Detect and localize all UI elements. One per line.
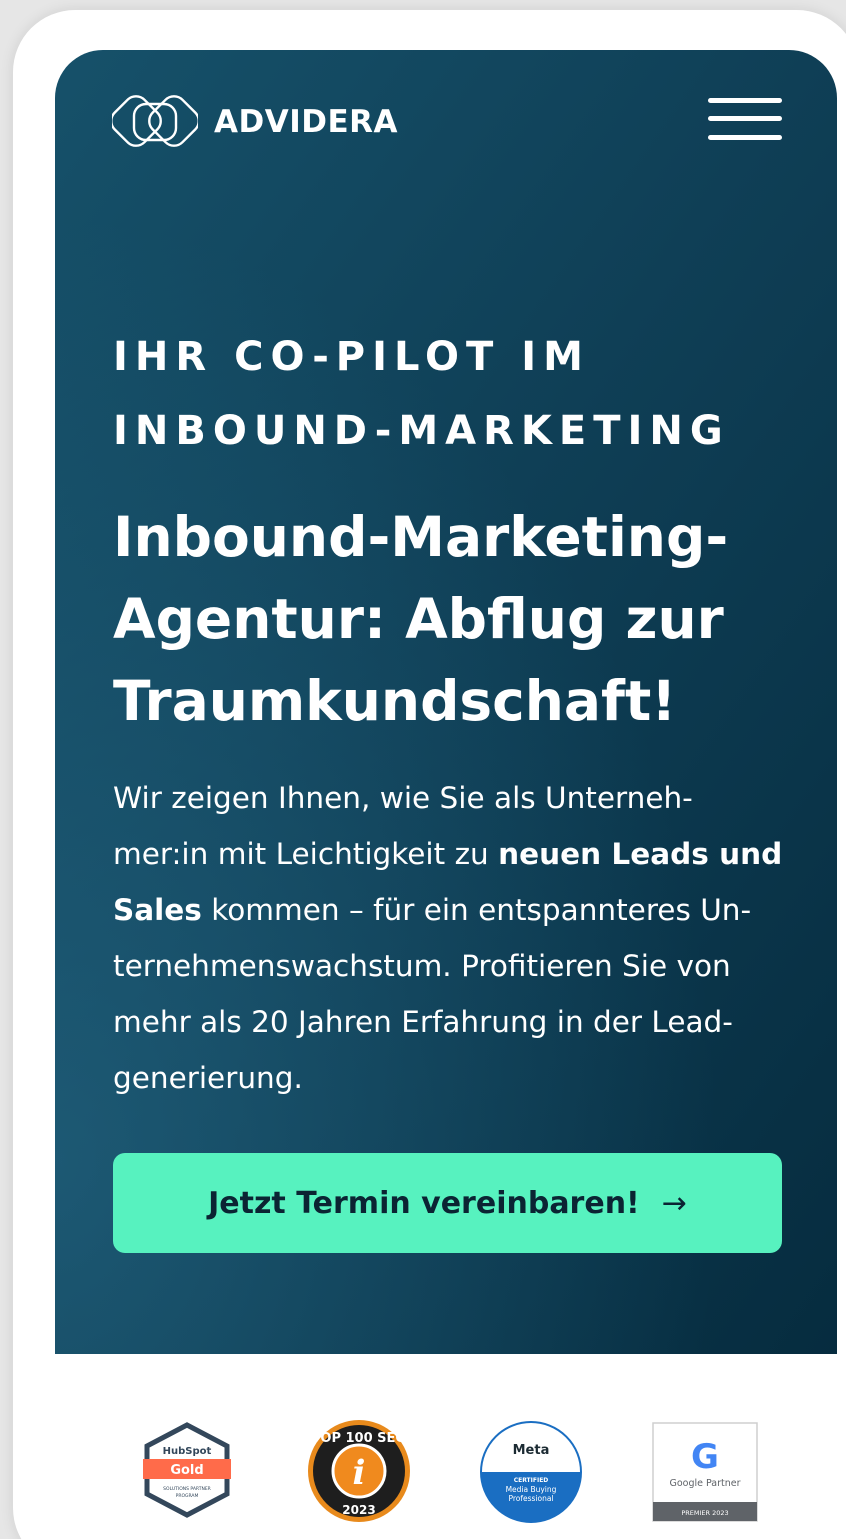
brand-name: ADVIDERA [214, 104, 399, 140]
svg-text:Professional: Professional [508, 1494, 553, 1503]
svg-text:Google Partner: Google Partner [669, 1478, 740, 1489]
partner-badges: HubSpot Gold SOLUTIONS PARTNER PROGRAM T… [55, 1354, 837, 1539]
advidera-logo-icon [112, 95, 198, 147]
svg-text:HubSpot: HubSpot [163, 1446, 212, 1457]
hero-headline: Inbound-Marketing-Agentur: Abflug zur Tr… [113, 505, 729, 733]
google-partner-badge: G Google Partner PREMIER 2023 [652, 1422, 758, 1522]
svg-text:CERTIFIED: CERTIFIED [514, 1477, 549, 1484]
book-appointment-button[interactable]: Jetzt Termin vereinbaren! → [113, 1153, 782, 1253]
svg-text:Gold: Gold [170, 1463, 203, 1478]
hubspot-gold-badge: HubSpot Gold SOLUTIONS PARTNER PROGRAM [141, 1422, 233, 1518]
phone-frame: ADVIDERA IHR CO-PILOT IM INBOUND-MARKETI… [13, 10, 846, 1539]
arrow-right-icon: → [661, 1185, 687, 1221]
cta-label: Jetzt Termin vereinbaren! [208, 1185, 640, 1221]
screen: ADVIDERA IHR CO-PILOT IM INBOUND-MARKETI… [55, 50, 837, 1539]
top100-seo-badge: TOP 100 SEO i 2023 [306, 1418, 412, 1524]
brand-logo[interactable]: ADVIDERA [112, 92, 398, 152]
svg-text:SOLUTIONS PARTNER: SOLUTIONS PARTNER [163, 1486, 211, 1492]
svg-text:PREMIER 2023: PREMIER 2023 [681, 1509, 728, 1517]
hamburger-menu-icon[interactable] [708, 98, 784, 146]
svg-text:Media Buying: Media Buying [506, 1485, 557, 1494]
svg-text:PROGRAM: PROGRAM [176, 1493, 199, 1499]
svg-text:i: i [353, 1453, 366, 1493]
svg-text:2023: 2023 [342, 1503, 375, 1517]
svg-text:G: G [691, 1437, 719, 1477]
hero-eyebrow: IHR CO-PILOT IM INBOUND-MARKETING [113, 334, 730, 454]
svg-text:Meta: Meta [513, 1443, 550, 1458]
svg-text:TOP 100 SEO: TOP 100 SEO [312, 1431, 407, 1446]
hero-section: ADVIDERA IHR CO-PILOT IM INBOUND-MARKETI… [55, 50, 837, 1354]
meta-certified-badge: Meta CERTIFIED Media Buying Professional [479, 1420, 583, 1524]
hero-description: Wir zeigen Ihnen, wie Sie als Unterneh-m… [113, 770, 785, 1106]
hero-description-part2: kommen – für ein entspannteres Un-terneh… [113, 893, 752, 1095]
